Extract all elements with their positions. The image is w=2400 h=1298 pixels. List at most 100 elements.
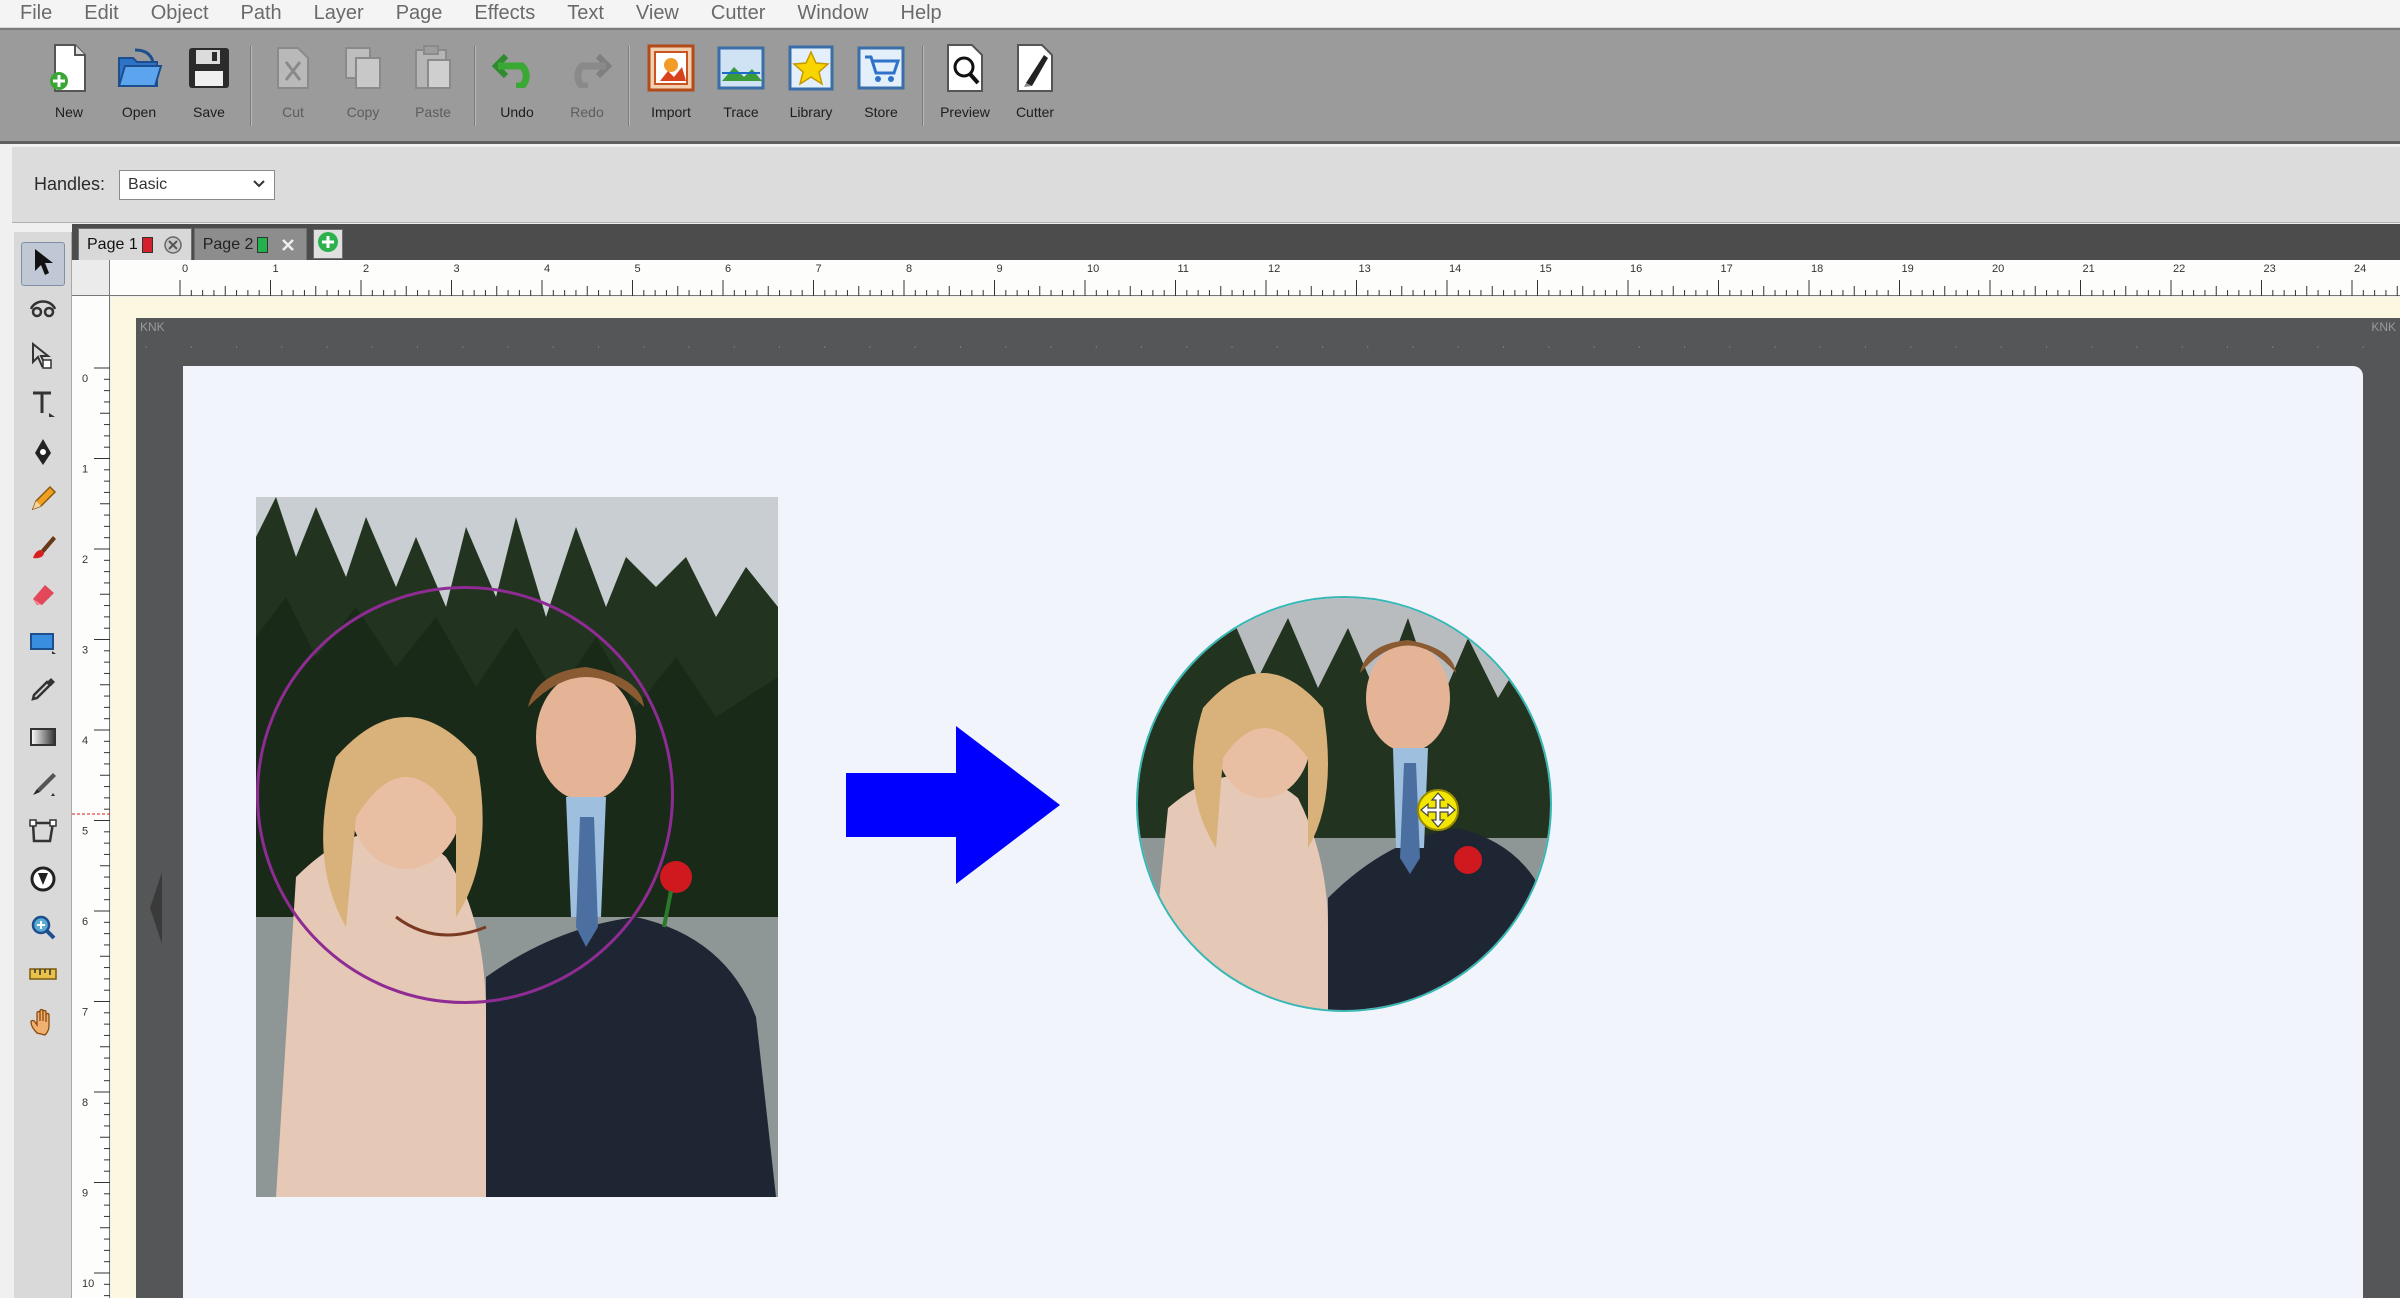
toolbar-separator [628, 46, 630, 126]
menu-text[interactable]: Text [567, 2, 604, 25]
paintbrush-icon [29, 533, 57, 566]
menu-page[interactable]: Page [396, 2, 443, 25]
copy-button[interactable]: Copy [328, 42, 398, 132]
ruler-label: 19 [1902, 263, 1914, 275]
library-button[interactable]: Library [776, 42, 846, 132]
menu-file[interactable]: File [20, 2, 52, 25]
ruler-label: 4 [82, 735, 88, 747]
chevron-down-icon [252, 176, 266, 194]
horizontal-ruler[interactable]: 0 1 2 3 4 5 6 7 8 9 10 11 12 13 14 15 16 17 18 19 20 21 22 23 24 [110, 260, 2400, 296]
tab-color-swatch [257, 236, 269, 253]
ruler-label: 5 [635, 263, 641, 275]
zoom-magnifier-icon [29, 913, 57, 946]
save-button[interactable]: Save [174, 42, 244, 132]
eraser-tool[interactable] [21, 575, 65, 619]
horizontal-ruler-ticks: 0 1 2 3 4 5 6 7 8 9 10 11 12 13 14 15 16 17 18 19 20 21 22 23 24 [179, 263, 2398, 296]
shape-tool[interactable] [21, 622, 65, 666]
menu-cutter[interactable]: Cutter [711, 2, 765, 25]
eyedropper-tool[interactable] [21, 670, 65, 714]
ruler-label: 21 [2083, 263, 2095, 275]
vertical-ruler[interactable]: 0 1 2 3 4 5 6 7 8 9 10 [72, 296, 110, 1298]
tab-page-1[interactable]: Page 1 [78, 228, 192, 260]
fill-tool[interactable] [21, 717, 65, 761]
redo-label: Redo [570, 104, 604, 120]
preview-button[interactable]: Preview [930, 42, 1000, 132]
import-button[interactable]: Import [636, 42, 706, 132]
menu-bar: File Edit Object Path Layer Page Effects… [0, 0, 2400, 28]
subselect-tool[interactable] [21, 337, 65, 381]
pan-tool[interactable] [21, 1002, 65, 1046]
node-edit-tool[interactable] [21, 290, 65, 334]
library-label: Library [789, 104, 833, 120]
menu-help[interactable]: Help [901, 2, 942, 25]
ruler-label: 17 [1721, 263, 1733, 275]
ruler-label: 24 [2354, 263, 2366, 275]
transform-tool[interactable] [21, 812, 65, 856]
preview-magnifier-icon [939, 42, 991, 94]
close-tab-icon[interactable] [163, 235, 183, 255]
select-tool[interactable] [20, 242, 65, 286]
pencil-icon [29, 485, 57, 518]
text-tool[interactable] [21, 385, 65, 429]
couple-photo-original[interactable] [256, 497, 778, 1197]
menu-layer[interactable]: Layer [314, 2, 364, 25]
pencil-tool[interactable] [21, 480, 65, 524]
move-cursor-icon [1417, 789, 1459, 831]
ruler-label: 7 [82, 1007, 88, 1019]
zoom-tool[interactable] [21, 907, 65, 951]
ruler-label: 0 [82, 373, 88, 385]
app-window: File Edit Object Path Layer Page Effects… [0, 0, 2400, 1298]
copy-icon [337, 42, 389, 94]
redo-icon [561, 42, 613, 94]
ruler-label: 4 [544, 263, 550, 275]
cutter-blade-icon [1009, 42, 1061, 94]
tab-page-2[interactable]: Page 2 [193, 228, 308, 260]
measure-tool[interactable] [21, 955, 65, 999]
ruler-label: 13 [1359, 263, 1371, 275]
ruler-label: 14 [1449, 263, 1461, 275]
subselect-arrow-icon [29, 341, 57, 377]
hand-icon [29, 1007, 57, 1042]
plus-circle-icon [316, 230, 340, 259]
toolbar-separator [922, 46, 924, 126]
ruler-label: 9 [997, 263, 1003, 275]
eraser-icon [29, 581, 57, 612]
store-button[interactable]: Store [846, 42, 916, 132]
cutter-button[interactable]: Cutter [1000, 42, 1070, 132]
trace-button[interactable]: Trace [706, 42, 776, 132]
preview-label: Preview [940, 104, 990, 120]
pen-nib-icon [31, 437, 55, 472]
cut-button[interactable]: Cut [258, 42, 328, 132]
paste-button[interactable]: Paste [398, 42, 468, 132]
open-button[interactable]: Open [104, 42, 174, 132]
import-label: Import [651, 104, 691, 120]
handles-select[interactable]: Basic [119, 169, 276, 200]
ruler-label: 10 [1087, 263, 1099, 275]
menu-object[interactable]: Object [151, 2, 209, 25]
undo-button[interactable]: Undo [482, 42, 552, 132]
menu-view[interactable]: View [636, 2, 679, 25]
menu-path[interactable]: Path [241, 2, 282, 25]
ruler-icon [28, 964, 58, 989]
add-page-button[interactable] [313, 229, 344, 259]
undo-icon [491, 42, 543, 94]
menu-window[interactable]: Window [797, 2, 868, 25]
brush-tool[interactable] [21, 527, 65, 571]
pen-tool[interactable] [21, 432, 65, 476]
open-folder-icon [113, 42, 165, 94]
menu-edit[interactable]: Edit [84, 2, 118, 25]
eyedropper-icon [29, 675, 57, 708]
redo-button[interactable]: Redo [552, 42, 622, 132]
gradient-fill-icon [28, 725, 58, 754]
open-label: Open [121, 104, 157, 120]
knife-tool[interactable] [21, 765, 65, 809]
close-tab-icon[interactable] [278, 235, 298, 255]
vertical-ruler-ticks: 0 1 2 3 4 5 6 7 8 9 10 [72, 367, 110, 1297]
new-button[interactable]: New [34, 42, 104, 132]
contour-tool[interactable] [21, 860, 65, 904]
ruler-label: 1 [82, 464, 88, 476]
menu-effects[interactable]: Effects [474, 2, 535, 25]
cropped-circle-photo[interactable] [1136, 596, 1552, 1012]
tab-label: Page 1 [87, 235, 138, 253]
blue-arrow-shape[interactable] [846, 726, 1060, 884]
